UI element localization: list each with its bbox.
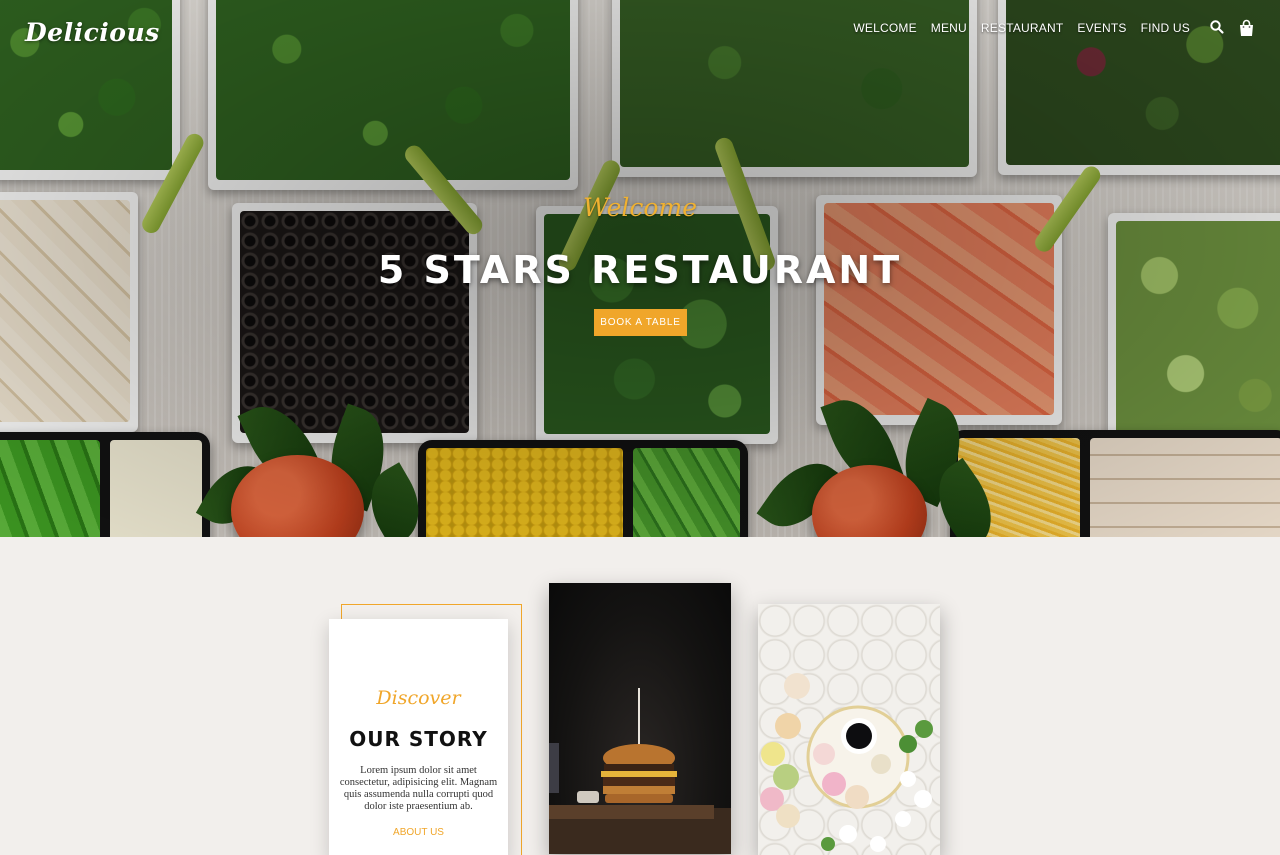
story-body: Lorem ipsum dolor sit amet consectetur, … — [339, 765, 498, 812]
story-title: OUR STORY — [349, 727, 488, 751]
search-icon[interactable] — [1209, 19, 1225, 35]
hero-title: 5 STARS RESTAURANT — [377, 248, 903, 292]
burger-photo — [549, 583, 731, 854]
macarons-photo — [758, 604, 940, 855]
nav-item-welcome[interactable]: WELCOME — [853, 21, 916, 35]
nav-item-menu[interactable]: MENU — [931, 21, 967, 35]
main-nav: WELCOME MENU RESTAURANT EVENTS FIND US — [853, 21, 1190, 35]
macarons-illustration — [760, 673, 933, 852]
brand-logo[interactable]: Delicious — [25, 18, 160, 47]
hero-subtitle: Welcome — [582, 193, 697, 222]
nav-item-events[interactable]: EVENTS — [1077, 21, 1126, 35]
story-subtitle: Discover — [376, 687, 461, 709]
nav-item-restaurant[interactable]: RESTAURANT — [981, 21, 1063, 35]
book-table-button[interactable]: BOOK A TABLE — [594, 309, 687, 336]
about-us-link[interactable]: ABOUT US — [329, 827, 508, 838]
shopping-bag-icon[interactable] — [1237, 19, 1256, 38]
nav-item-find-us[interactable]: FIND US — [1141, 21, 1190, 35]
burger-illustration — [549, 688, 731, 854]
story-card: Discover OUR STORY Lorem ipsum dolor sit… — [329, 619, 508, 855]
